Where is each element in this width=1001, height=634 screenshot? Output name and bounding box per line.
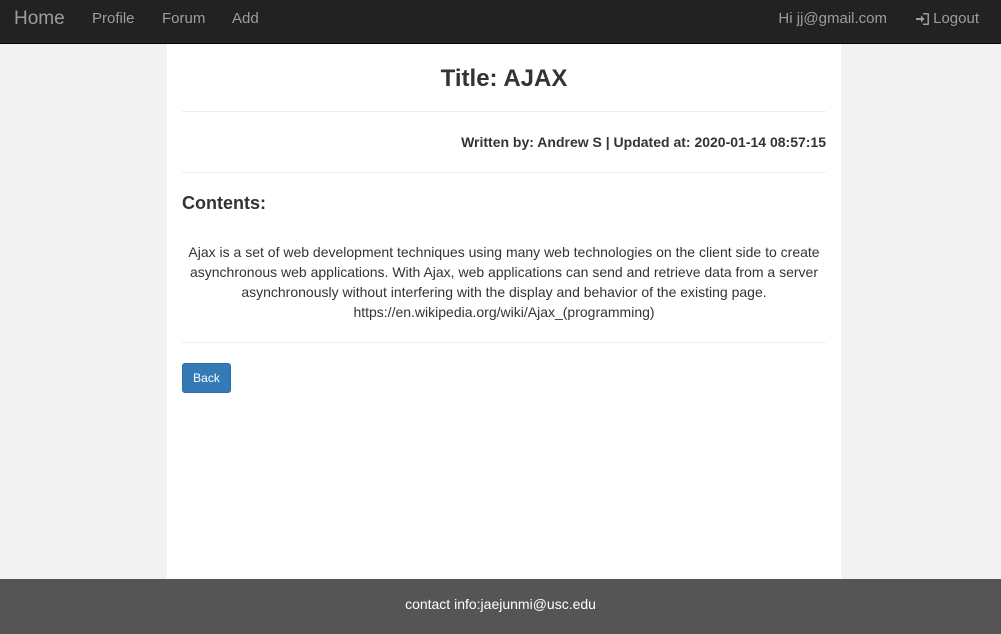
post-body-line: asynchronous web applications. With Ajax…	[189, 264, 818, 280]
post-title: Title: AJAX	[440, 65, 568, 92]
user-greeting-link[interactable]: Hi jj@gmail.com	[778, 0, 887, 38]
log-in-icon	[915, 12, 930, 26]
post-card: Title: AJAX Written by: Andrew S | Updat…	[167, 44, 841, 579]
post-body-line: Ajax is a set of web development techniq…	[188, 244, 820, 260]
divider	[182, 111, 826, 112]
logout-label: Logout	[933, 10, 979, 27]
nav-add-link[interactable]: Add	[232, 0, 259, 38]
post-meta: Written by: Andrew S | Updated at: 2020-…	[461, 134, 826, 150]
footer-contact-text: contact info:jaejunmi@usc.edu	[405, 596, 596, 612]
post-body-line: asynchronously without interfering with …	[241, 284, 767, 300]
back-button[interactable]: Back	[182, 363, 231, 393]
contents-heading: Contents:	[182, 193, 266, 213]
top-navbar: Home Profile Forum Add Hi jj@gmail.com L…	[0, 0, 1001, 44]
post-body-line: https://en.wikipedia.org/wiki/Ajax_(prog…	[353, 304, 655, 320]
footer: contact info:jaejunmi@usc.edu	[0, 579, 1001, 634]
logout-link[interactable]: Logout	[915, 0, 979, 38]
divider	[182, 342, 826, 343]
nav-home-link[interactable]: Home	[14, 0, 65, 38]
nav-forum-link[interactable]: Forum	[162, 0, 205, 38]
post-body: Ajax is a set of web development techniq…	[182, 242, 826, 322]
nav-profile-link[interactable]: Profile	[92, 0, 135, 38]
divider	[182, 172, 826, 173]
